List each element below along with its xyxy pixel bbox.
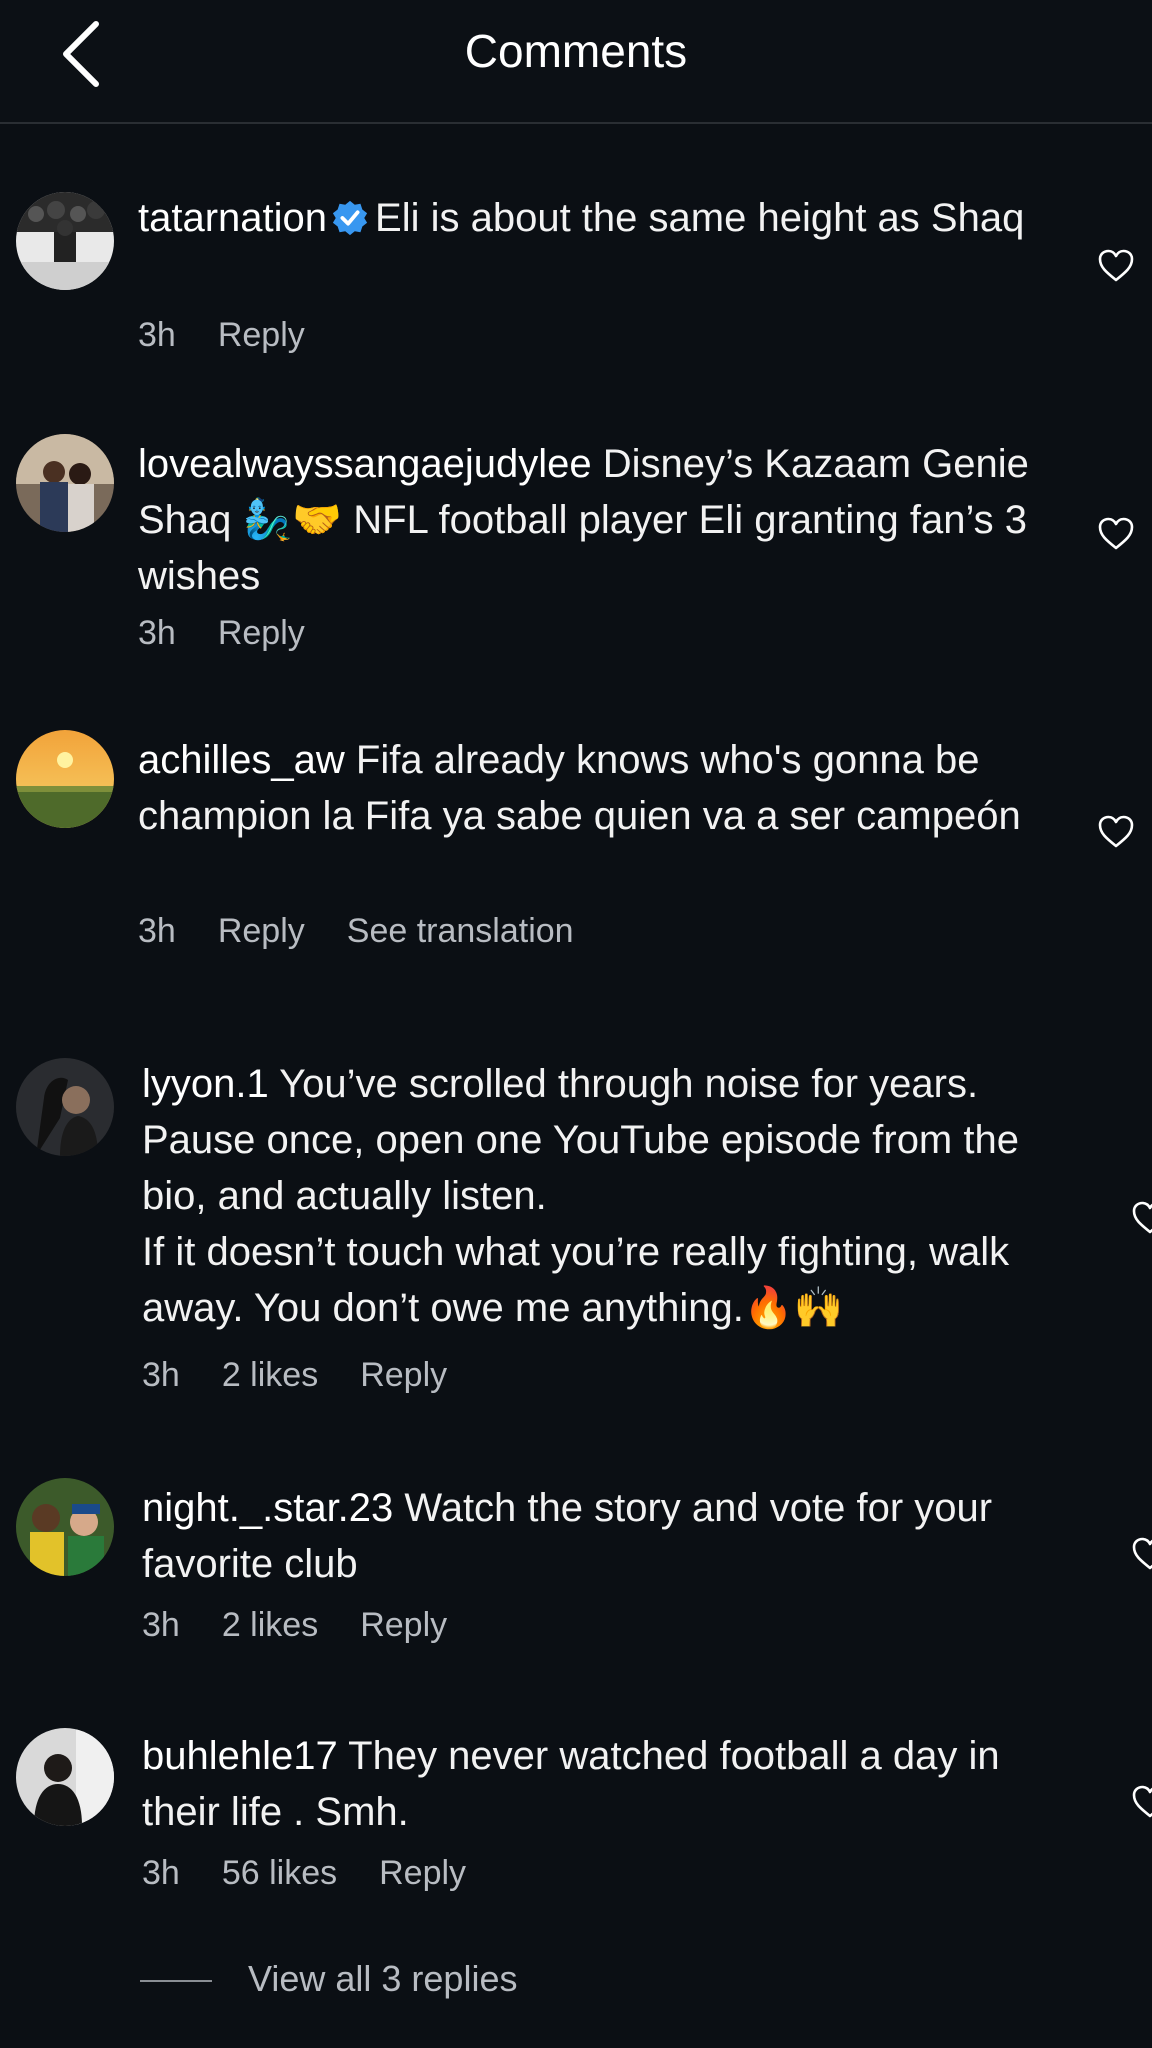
comment-emojis: 🔥🙌 bbox=[743, 1286, 844, 1330]
avatar-image bbox=[16, 192, 114, 290]
comment-likes[interactable]: 2 likes bbox=[222, 1606, 318, 1644]
view-replies-button[interactable]: View all 3 replies bbox=[248, 1958, 517, 2000]
comment-meta: 3h Reply See translation bbox=[138, 912, 616, 951]
reply-button[interactable]: Reply bbox=[218, 316, 305, 354]
avatar-image bbox=[16, 1058, 114, 1156]
comment-emojis: 🧞‍♂️🤝 bbox=[242, 498, 343, 542]
heart-outline-icon bbox=[1132, 1201, 1152, 1234]
comment-time: 3h bbox=[138, 912, 176, 950]
comment-body: lyyon.1 You’ve scrolled through noise fo… bbox=[142, 1056, 1072, 1336]
heart-outline-icon bbox=[1098, 815, 1134, 848]
reply-button[interactable]: Reply bbox=[360, 1356, 447, 1394]
comment-meta: 3h Reply bbox=[138, 614, 347, 653]
header-bar: Comments bbox=[0, 0, 1152, 124]
avatar-lovealwayssangaejudylee[interactable] bbox=[16, 434, 114, 532]
avatar-image bbox=[16, 434, 114, 532]
comment-body: achilles_aw Fifa already knows who's gon… bbox=[138, 732, 1068, 844]
comment-likes[interactable]: 2 likes bbox=[222, 1356, 318, 1394]
comment-username[interactable]: achilles_aw bbox=[138, 738, 345, 782]
comment-time: 3h bbox=[142, 1606, 180, 1644]
like-button[interactable] bbox=[1096, 812, 1136, 852]
comment-body: night._.star.23 Watch the story and vote… bbox=[142, 1480, 1072, 1592]
see-translation-button[interactable]: See translation bbox=[347, 912, 574, 950]
comment-text-line2: If it doesn’t touch what you’re really f… bbox=[142, 1230, 1010, 1330]
avatar-buhlehle17[interactable] bbox=[16, 1728, 114, 1826]
reply-button[interactable]: Reply bbox=[218, 912, 305, 950]
comment-body: buhlehle17 They never watched football a… bbox=[142, 1728, 1072, 1840]
like-button[interactable] bbox=[1096, 246, 1136, 286]
comment-username[interactable]: night._.star.23 bbox=[142, 1486, 393, 1530]
like-button[interactable] bbox=[1096, 514, 1136, 554]
avatar-lyyon.1[interactable] bbox=[16, 1058, 114, 1156]
comment-time: 3h bbox=[142, 1854, 180, 1892]
like-button[interactable] bbox=[1130, 1198, 1152, 1238]
comment-username[interactable]: lovealwayssangaejudylee bbox=[138, 442, 592, 486]
verified-badge-icon bbox=[332, 200, 368, 236]
comment-time: 3h bbox=[138, 316, 176, 354]
avatar-tatarnation[interactable] bbox=[16, 192, 114, 290]
heart-outline-icon bbox=[1132, 1537, 1152, 1570]
avatar-night._.star.23[interactable] bbox=[16, 1478, 114, 1576]
comment-text: You’ve scrolled through noise for years.… bbox=[142, 1062, 1019, 1218]
like-button[interactable] bbox=[1130, 1782, 1152, 1822]
comment-username[interactable]: buhlehle17 bbox=[142, 1734, 338, 1778]
comment-text: Eli is about the same height as Shaq bbox=[375, 196, 1025, 240]
like-button[interactable] bbox=[1130, 1534, 1152, 1574]
avatar-image bbox=[16, 730, 114, 828]
comment-username[interactable]: tatarnation bbox=[138, 196, 327, 240]
heart-outline-icon bbox=[1098, 249, 1134, 282]
heart-outline-icon bbox=[1098, 517, 1134, 550]
comment-meta: 3h Reply bbox=[138, 316, 347, 355]
comment-meta: 3h 2 likes Reply bbox=[142, 1606, 489, 1645]
comment-body: tatarnation Eli is about the same height … bbox=[138, 190, 1068, 246]
comment-likes[interactable]: 56 likes bbox=[222, 1854, 337, 1892]
comment-time: 3h bbox=[142, 1356, 180, 1394]
heart-outline-icon bbox=[1132, 1785, 1152, 1818]
avatar-achilles_aw[interactable] bbox=[16, 730, 114, 828]
comment-body: lovealwayssangaejudylee Disney’s Kazaam … bbox=[138, 436, 1068, 604]
avatar-image bbox=[16, 1728, 114, 1826]
reply-button[interactable]: Reply bbox=[379, 1854, 466, 1892]
page-title: Comments bbox=[464, 25, 688, 77]
reply-button[interactable]: Reply bbox=[218, 614, 305, 652]
replies-divider bbox=[140, 1980, 212, 1982]
comment-username[interactable]: lyyon.1 bbox=[142, 1062, 269, 1106]
reply-button[interactable]: Reply bbox=[360, 1606, 447, 1644]
avatar-image bbox=[16, 1478, 114, 1576]
comment-time: 3h bbox=[138, 614, 176, 652]
comment-meta: 3h 56 likes Reply bbox=[142, 1854, 508, 1893]
comment-meta: 3h 2 likes Reply bbox=[142, 1356, 489, 1395]
